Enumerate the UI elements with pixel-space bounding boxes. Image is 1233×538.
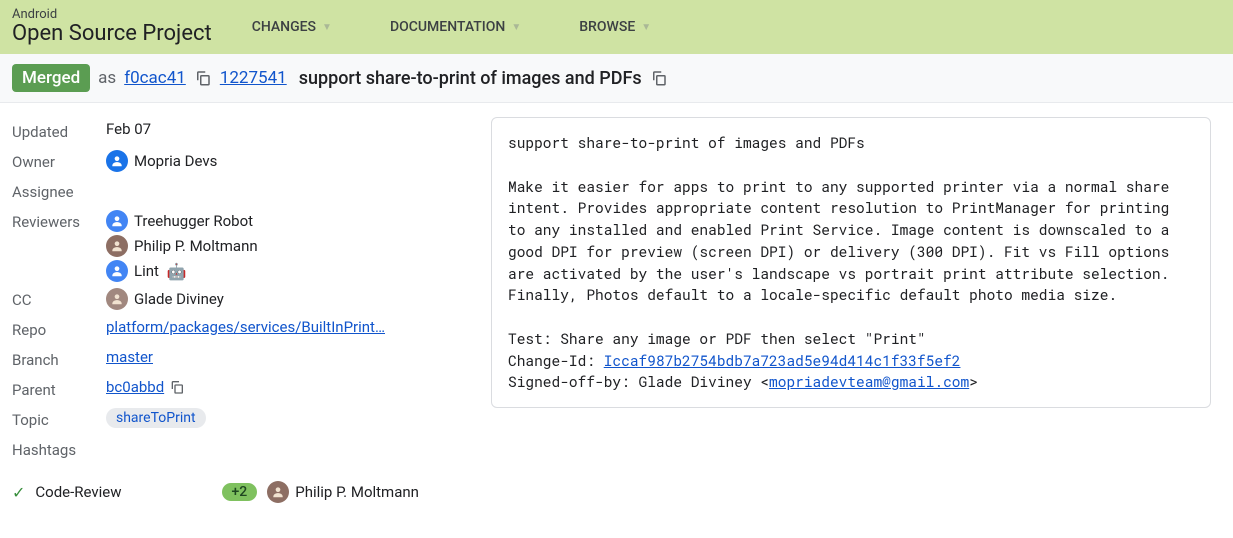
logo-top-text: Android [12,8,212,22]
meta-updated-label: Updated [12,120,106,144]
owner-chip[interactable]: Mopria Devs [106,150,217,172]
vote-badge: +2 [222,483,258,501]
commit-signed-off-prefix: Signed-off-by: Glade Diviney < [508,372,769,391]
meta-repo-label: Repo [12,318,106,342]
parent-link[interactable]: bc0abbd [106,378,164,396]
voter-name: Philip P. Moltmann [295,483,419,501]
copy-icon[interactable] [168,378,186,396]
nav-browse-label: BROWSE [579,19,635,35]
meta-branch: Branch master [12,345,467,375]
logo-bottom-text: Open Source Project [12,22,212,46]
avatar [267,481,289,503]
signed-off-email-link[interactable]: mopriadevteam@gmail.com [769,372,969,391]
meta-branch-label: Branch [12,348,106,372]
meta-cc: CC Glade Diviney [12,285,467,315]
commit-signed-off-suffix: > [969,372,978,391]
metadata-panel: Updated Feb 07 Owner Mopria Devs Assigne… [12,117,467,503]
meta-cc-label: CC [12,288,106,312]
voter-chip[interactable]: Philip P. Moltmann [267,481,419,503]
reviewer-chip[interactable]: Lint 🤖 [106,260,187,282]
reviewer-name: Lint [134,262,159,280]
meta-assignee-label: Assignee [12,180,106,204]
commit-sha-link[interactable]: f0cac41 [124,68,186,88]
meta-updated: Updated Feb 07 [12,117,467,147]
meta-parent-label: Parent [12,378,106,402]
change-id-link[interactable]: Iccaf987b2754bdb7a723ad5e94d414c1f33f5ef… [604,351,961,370]
chevron-down-icon: ▼ [511,22,521,33]
reviewer-name: Philip P. Moltmann [134,237,258,255]
avatar [106,235,128,257]
check-icon: ✓ [12,483,25,502]
meta-repo: Repo platform/packages/services/BuiltInP… [12,315,467,345]
commit-test-line: Test: Share any image or PDF then select… [508,329,926,348]
commit-message-panel: support share-to-print of images and PDF… [491,117,1211,408]
code-review-row: ✓ Code-Review +2 Philip P. Moltmann [12,473,467,503]
meta-hashtags: Hashtags [12,435,467,465]
meta-assignee: Assignee [12,177,467,207]
copy-icon[interactable] [650,69,668,87]
nav-changes[interactable]: CHANGES ▼ [252,19,376,35]
change-header: Merged as f0cac41 1227541 support share-… [0,54,1233,103]
copy-icon[interactable] [194,69,212,87]
nav-changes-label: CHANGES [252,19,316,35]
nav-documentation[interactable]: DOCUMENTATION ▼ [390,19,565,35]
meta-owner-label: Owner [12,150,106,174]
meta-reviewers-label: Reviewers [12,210,106,234]
chevron-down-icon: ▼ [322,22,332,33]
review-label: Code-Review [35,483,121,501]
nav-browse[interactable]: BROWSE ▼ [579,19,695,35]
content-area: Updated Feb 07 Owner Mopria Devs Assigne… [0,103,1233,517]
meta-topic: Topic shareToPrint [12,405,467,435]
change-number-link[interactable]: 1227541 [220,68,287,88]
status-badge: Merged [12,64,90,92]
change-title: support share-to-print of images and PDF… [299,68,642,89]
cc-chip[interactable]: Glade Diviney [106,288,224,310]
avatar [106,260,128,282]
reviewer-name: Treehugger Robot [134,212,253,230]
nav-documentation-label: DOCUMENTATION [390,19,505,35]
logo[interactable]: Android Open Source Project [12,8,212,46]
commit-subject: support share-to-print of images and PDF… [508,133,865,152]
meta-owner: Owner Mopria Devs [12,147,467,177]
reviewer-chip[interactable]: Philip P. Moltmann [106,235,258,257]
avatar [106,288,128,310]
meta-reviewers: Reviewers Treehugger Robot Philip P. Mol… [12,207,467,285]
meta-parent: Parent bc0abbd [12,375,467,405]
cc-name: Glade Diviney [134,290,224,308]
meta-updated-value: Feb 07 [106,120,467,138]
commit-changeid-label: Change-Id: [508,351,604,370]
commit-body: Make it easier for apps to print to any … [508,177,1178,305]
repo-link[interactable]: platform/packages/services/BuiltInPrint… [106,318,385,336]
robot-icon: 🤖 [167,262,187,281]
meta-topic-label: Topic [12,408,106,432]
top-nav: Android Open Source Project CHANGES ▼ DO… [0,0,1233,54]
avatar [106,150,128,172]
topic-chip[interactable]: shareToPrint [106,408,206,428]
branch-link[interactable]: master [106,348,153,366]
avatar [106,210,128,232]
chevron-down-icon: ▼ [641,22,651,33]
owner-name: Mopria Devs [134,152,217,170]
reviewer-chip[interactable]: Treehugger Robot [106,210,253,232]
as-text: as [98,68,116,88]
meta-hashtags-label: Hashtags [12,438,106,462]
